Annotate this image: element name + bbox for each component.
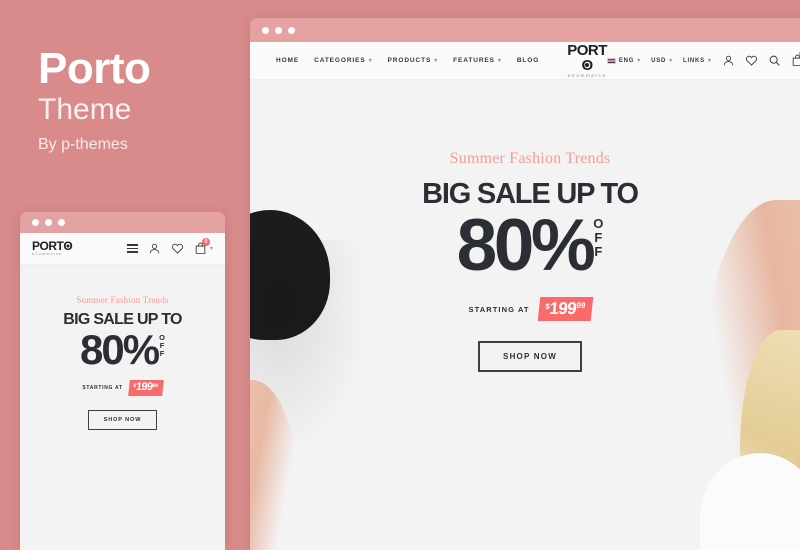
hero-eyebrow: Summer Fashion Trends bbox=[449, 150, 611, 167]
wishlist-heart-icon[interactable] bbox=[745, 54, 758, 67]
hero-percent: 80% bbox=[80, 326, 160, 373]
price-amount: 199 bbox=[134, 380, 153, 393]
window-dot-minimize[interactable] bbox=[45, 219, 52, 226]
language-selector[interactable]: ENG ▾ bbox=[606, 57, 642, 64]
hamburger-menu-icon[interactable] bbox=[126, 244, 138, 253]
nav-item-features[interactable]: FEATURES ▾ bbox=[453, 57, 502, 64]
mobile-preview-window: PORTO eCommerce 0 ▾ Summer Fashion Trend… bbox=[20, 212, 225, 550]
starting-at-label: STARTING AT bbox=[468, 304, 530, 314]
nav-label: HOME bbox=[276, 57, 300, 64]
links-menu[interactable]: LINKS ▾ bbox=[683, 58, 712, 64]
mobile-window-titlebar bbox=[20, 212, 225, 233]
currency-label: USD bbox=[651, 57, 667, 64]
header-tools: ENG ▾ USD ▾ LINKS ▾ bbox=[606, 50, 800, 67]
desktop-window-titlebar bbox=[250, 18, 800, 42]
language-label: ENG bbox=[618, 57, 635, 64]
mobile-site-header: PORTO eCommerce 0 ▾ bbox=[20, 233, 225, 265]
hero-off-label: O F F bbox=[593, 216, 604, 260]
mobile-hero-banner: Summer Fashion Trends BIG SALE UP TO 80%… bbox=[20, 265, 225, 550]
hero-eyebrow: Summer Fashion Trends bbox=[76, 295, 169, 305]
chevron-down-icon: ▾ bbox=[209, 245, 213, 252]
hero-percent: 80% bbox=[456, 205, 596, 286]
chevron-down-icon: ▾ bbox=[669, 57, 673, 64]
account-icon[interactable] bbox=[148, 242, 161, 255]
cart-button[interactable]: 0 ▾ bbox=[791, 50, 800, 67]
hero-discount: 80% O F F bbox=[20, 326, 225, 373]
desktop-window-body: HOME CATEGORIES ▾ PRODUCTS ▾ FEATURES ▾ … bbox=[250, 42, 800, 550]
logo-tagline: eCommerce bbox=[32, 252, 63, 257]
nav-label: BLOG bbox=[516, 57, 540, 64]
chevron-down-icon: ▾ bbox=[707, 57, 712, 64]
chevron-down-icon: ▾ bbox=[368, 57, 373, 64]
promo-author: By p-themes bbox=[38, 136, 128, 153]
wishlist-heart-icon[interactable] bbox=[171, 242, 184, 255]
hero-price-row: STARTING AT $ 199 99 bbox=[20, 379, 225, 396]
hero-banner: Summer Fashion Trends BIG SALE UP TO 80%… bbox=[250, 80, 800, 550]
search-icon[interactable] bbox=[768, 54, 781, 67]
price-decimals: 99 bbox=[575, 301, 586, 311]
nav-item-home[interactable]: HOME bbox=[276, 57, 299, 64]
off-letter: F bbox=[594, 230, 603, 246]
window-dot-close[interactable] bbox=[32, 219, 39, 226]
nav-item-categories[interactable]: CATEGORIES ▾ bbox=[314, 57, 372, 64]
links-label: LINKS bbox=[682, 57, 705, 64]
logo-wordmark: PORTO bbox=[567, 42, 607, 74]
chevron-down-icon: ▾ bbox=[434, 57, 439, 64]
off-letter: F bbox=[159, 349, 165, 359]
mobile-header-tools: 0 ▾ bbox=[126, 238, 213, 255]
hero-content: Summer Fashion Trends BIG SALE UP TO 80%… bbox=[250, 150, 800, 373]
cart-count-badge: 0 bbox=[201, 238, 210, 246]
desktop-preview-window: HOME CATEGORIES ▾ PRODUCTS ▾ FEATURES ▾ … bbox=[250, 18, 800, 550]
mobile-window-body: PORTO eCommerce 0 ▾ Summer Fashion Trend… bbox=[20, 233, 225, 550]
promo-title: Porto bbox=[38, 44, 151, 93]
off-letter: O bbox=[593, 216, 604, 231]
shop-now-button[interactable]: SHOP NOW bbox=[478, 341, 582, 373]
price-amount: 199 bbox=[548, 299, 577, 319]
window-dot-close[interactable] bbox=[262, 26, 269, 34]
nav-label: FEATURES bbox=[453, 57, 495, 64]
hero-off-label: O F F bbox=[159, 333, 165, 359]
chevron-down-icon: ▾ bbox=[497, 57, 502, 64]
hero-discount: 80% O F F bbox=[250, 205, 800, 286]
window-dot-maximize[interactable] bbox=[58, 219, 65, 226]
cart-icon: 0 bbox=[791, 50, 800, 67]
mobile-site-logo[interactable]: PORTO eCommerce bbox=[32, 239, 73, 257]
logo-wordmark: PORTO bbox=[32, 239, 73, 254]
off-letter: F bbox=[594, 244, 603, 260]
hero-price-row: STARTING AT $ 199 99 bbox=[250, 297, 800, 322]
nav-label: PRODUCTS bbox=[387, 57, 432, 64]
us-flag-icon bbox=[606, 57, 616, 64]
nav-label: CATEGORIES bbox=[314, 57, 366, 64]
account-icon[interactable] bbox=[722, 54, 735, 67]
logo-tagline: eCommerce bbox=[567, 72, 607, 78]
cart-icon: 0 bbox=[194, 238, 210, 255]
shop-now-button[interactable]: SHOP NOW bbox=[87, 409, 158, 430]
site-logo[interactable]: PORTO eCommerce bbox=[567, 43, 607, 79]
currency-selector[interactable]: USD ▾ bbox=[651, 58, 673, 64]
price-decimals: 99 bbox=[151, 382, 159, 389]
price-badge: $ 199 99 bbox=[537, 297, 593, 322]
price-badge: $ 199 99 bbox=[127, 379, 164, 396]
cart-button[interactable]: 0 ▾ bbox=[194, 238, 213, 255]
main-navigation: HOME CATEGORIES ▾ PRODUCTS ▾ FEATURES ▾ … bbox=[276, 57, 539, 64]
promo-subtitle: Theme bbox=[38, 93, 132, 126]
nav-item-products[interactable]: PRODUCTS ▾ bbox=[388, 57, 439, 64]
nav-item-blog[interactable]: BLOG bbox=[517, 57, 539, 64]
window-dot-minimize[interactable] bbox=[275, 26, 282, 34]
desktop-site-header: HOME CATEGORIES ▾ PRODUCTS ▾ FEATURES ▾ … bbox=[250, 42, 800, 80]
chevron-down-icon: ▾ bbox=[637, 57, 642, 64]
starting-at-label: STARTING AT bbox=[82, 384, 123, 391]
window-dot-maximize[interactable] bbox=[288, 26, 295, 34]
